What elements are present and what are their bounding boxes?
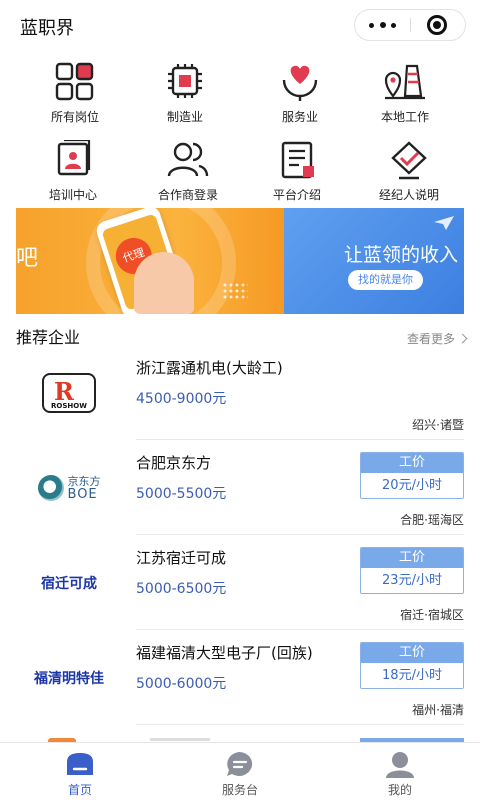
document-icon bbox=[281, 141, 314, 179]
company-logo: 京东方 BOE bbox=[14, 440, 124, 535]
company-logo: 宿迁可成 bbox=[14, 535, 124, 630]
company-card[interactable]: 宿迁可成 江苏宿迁可成 5000-6500元 工价 23元/小时 宿迁·宿城区 bbox=[0, 535, 480, 630]
company-logo-text: 宿迁可成 bbox=[41, 575, 97, 592]
chat-icon bbox=[223, 750, 257, 778]
category-label: 经纪人说明 bbox=[378, 188, 439, 202]
company-card[interactable]: R ROSHOW 浙江露通机电(大龄工) 4500-9000元 绍兴·诸暨 bbox=[0, 345, 480, 440]
category-agent-info[interactable]: 经纪人说明 bbox=[349, 140, 469, 210]
tab-label: 服务台 bbox=[221, 783, 258, 797]
banner-title: 让蓝领的收入 bbox=[344, 244, 459, 266]
wage-value: 20元/小时 bbox=[361, 473, 463, 498]
home-icon bbox=[63, 750, 97, 778]
header-bar: 蓝职界 bbox=[0, 0, 480, 50]
tab-label: 我的 bbox=[387, 783, 412, 797]
company-logo-text: 福清明特佳 bbox=[34, 670, 104, 687]
category-training[interactable]: 培训中心 bbox=[13, 140, 133, 210]
salary-range: 5000-5500元 bbox=[136, 486, 227, 502]
company-name: 江苏宿迁可成 bbox=[136, 549, 227, 567]
banner-pill[interactable]: 找的就是你 bbox=[348, 270, 423, 290]
company-name: 福建福清大型电子厂(回族) bbox=[136, 644, 313, 662]
chip-icon bbox=[168, 64, 202, 98]
wage-value: 23元/小时 bbox=[361, 568, 463, 593]
wage-label: 工价 bbox=[361, 453, 463, 473]
company-card[interactable]: 福清明特佳 福建福清大型电子厂(回族) 5000-6000元 工价 18元/小时… bbox=[0, 630, 480, 725]
category-label: 服务业 bbox=[281, 110, 318, 124]
banner-slide-recruit[interactable]: 让蓝领的收入 找的就是你 bbox=[284, 208, 464, 314]
company-logo: R ROSHOW bbox=[14, 345, 124, 440]
category-platform-intro[interactable]: 平台介绍 bbox=[237, 140, 357, 210]
banner-slide-agent[interactable]: 吧 代理 bbox=[16, 208, 284, 314]
category-all-jobs[interactable]: 所有岗位 bbox=[15, 62, 135, 132]
user-icon bbox=[383, 750, 417, 778]
company-logo: 福清明特佳 bbox=[14, 630, 124, 725]
roshow-logo: R ROSHOW bbox=[42, 372, 96, 413]
location-building-icon bbox=[384, 64, 425, 100]
wage-label: 工价 bbox=[361, 643, 463, 663]
chevron-right-icon bbox=[457, 333, 468, 344]
company-location: 合肥·瑶海区 bbox=[400, 513, 464, 527]
tab-home[interactable]: 首页 bbox=[0, 743, 160, 800]
divider bbox=[136, 724, 464, 725]
category-service[interactable]: 服务业 bbox=[240, 62, 360, 132]
category-label: 制造业 bbox=[166, 110, 203, 124]
wage-label: 工价 bbox=[361, 548, 463, 568]
bottom-tab-bar: 首页 服务台 我的 bbox=[0, 742, 480, 800]
category-label: 所有岗位 bbox=[50, 110, 99, 124]
company-location: 福州·福清 bbox=[412, 703, 464, 717]
mini-program-capsule bbox=[354, 9, 466, 41]
hand-illustration bbox=[134, 252, 194, 314]
badge-check-icon bbox=[391, 141, 427, 180]
banner-left-text: 吧 bbox=[16, 246, 39, 271]
users-icon bbox=[167, 142, 209, 177]
tab-label: 首页 bbox=[67, 783, 92, 797]
category-manufacturing[interactable]: 制造业 bbox=[125, 62, 245, 132]
salary-range: 4500-9000元 bbox=[136, 391, 227, 407]
salary-range: 5000-6000元 bbox=[136, 676, 227, 692]
category-local-jobs[interactable]: 本地工作 bbox=[345, 62, 465, 132]
hourly-wage-badge: 工价 20元/小时 bbox=[360, 452, 464, 499]
paper-plane-icon bbox=[434, 216, 454, 230]
hourly-wage-badge: 工价 23元/小时 bbox=[360, 547, 464, 594]
category-label: 合作商登录 bbox=[157, 188, 218, 202]
certificate-icon bbox=[57, 140, 91, 176]
company-name: 浙江露通机电(大龄工) bbox=[136, 359, 283, 377]
heart-hand-icon bbox=[282, 65, 318, 101]
company-location: 绍兴·诸暨 bbox=[412, 418, 464, 432]
category-label: 培训中心 bbox=[48, 188, 97, 202]
salary-range: 5000-6500元 bbox=[136, 581, 227, 597]
dot-pattern-decoration bbox=[222, 282, 248, 300]
banner-carousel[interactable]: 吧 代理 让蓝领的收入 找的就是你 bbox=[16, 208, 464, 314]
category-label: 本地工作 bbox=[380, 110, 429, 124]
company-location: 宿迁·宿城区 bbox=[400, 608, 464, 622]
hourly-wage-badge: 工价 18元/小时 bbox=[360, 642, 464, 689]
app-title: 蓝职界 bbox=[20, 18, 74, 39]
more-dots-icon[interactable] bbox=[355, 10, 410, 40]
target-close-icon[interactable] bbox=[411, 10, 466, 40]
next-company-name-peek bbox=[150, 738, 210, 741]
tab-mine[interactable]: 我的 bbox=[320, 743, 480, 800]
grid-icon bbox=[55, 62, 94, 101]
category-partner-login[interactable]: 合作商登录 bbox=[128, 140, 248, 210]
category-label: 平台介绍 bbox=[272, 188, 321, 202]
tab-service-desk[interactable]: 服务台 bbox=[160, 743, 320, 800]
company-card[interactable]: 京东方 BOE 合肥京东方 5000-5500元 工价 20元/小时 合肥·瑶海… bbox=[0, 440, 480, 535]
view-more-label: 查看更多 bbox=[406, 332, 455, 346]
wage-value: 18元/小时 bbox=[361, 663, 463, 688]
boe-logo: 京东方 BOE bbox=[37, 474, 101, 501]
company-name: 合肥京东方 bbox=[136, 454, 212, 472]
